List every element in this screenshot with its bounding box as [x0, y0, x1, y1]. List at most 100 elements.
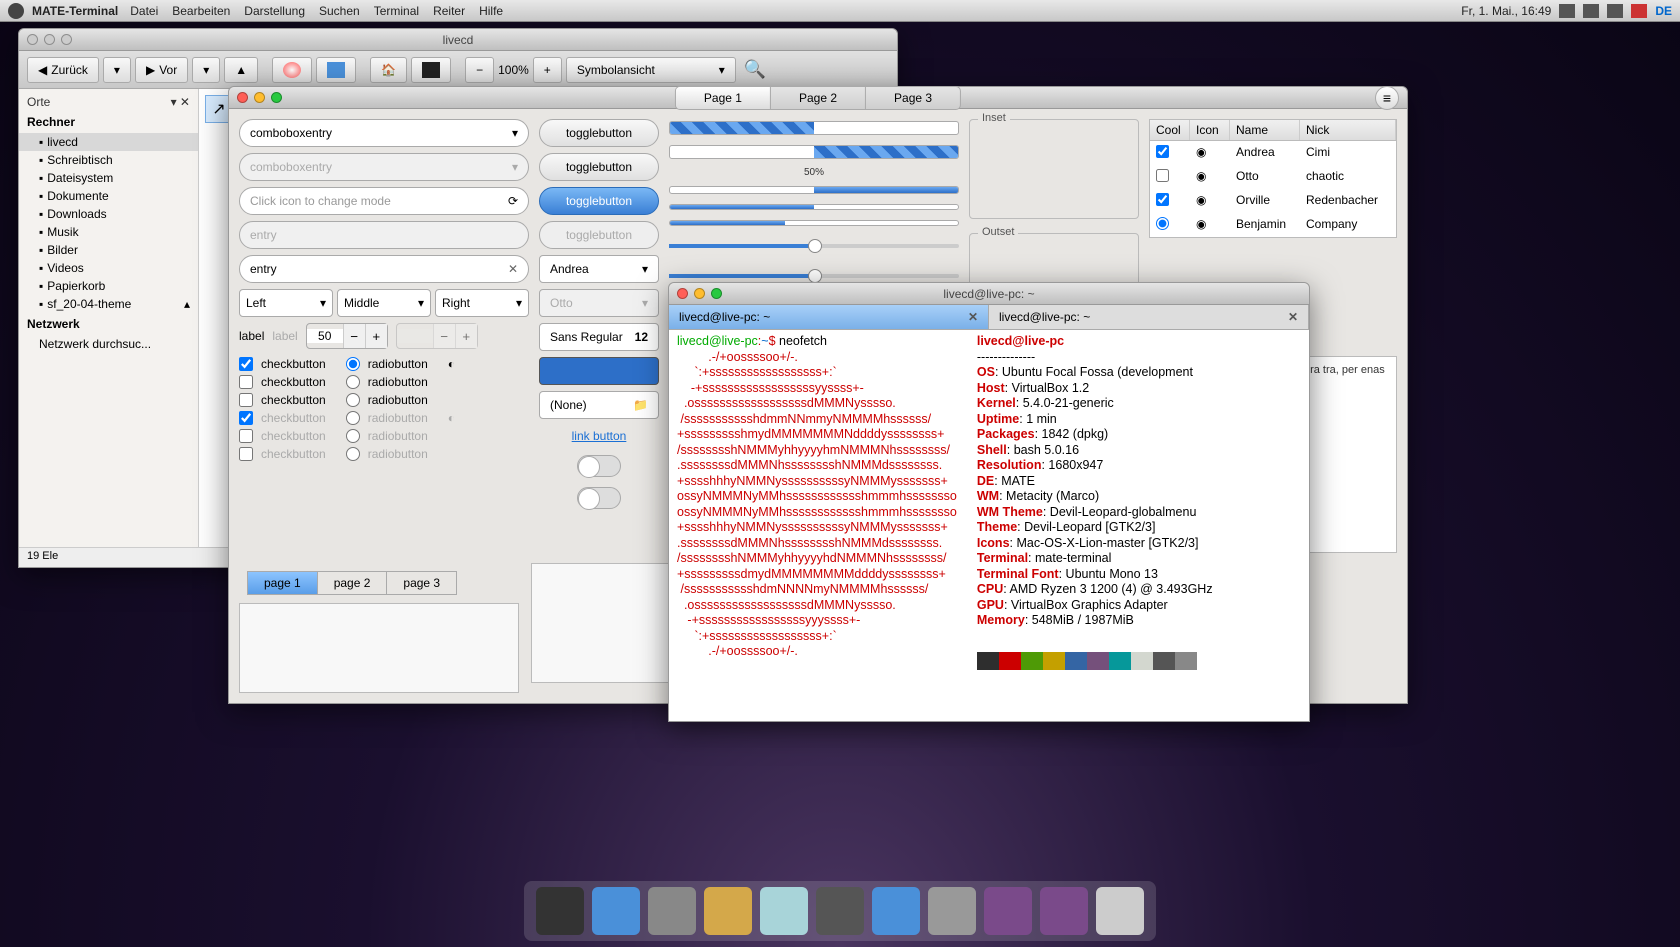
close-icon[interactable]	[237, 92, 248, 103]
close-icon[interactable]	[27, 34, 38, 45]
dock-app-storage[interactable]	[928, 887, 976, 935]
minimize-icon[interactable]	[694, 288, 705, 299]
back-history-button[interactable]: ▾	[103, 57, 131, 83]
term-tab-2[interactable]: livecd@live-pc: ~✕	[989, 305, 1309, 329]
dock-app-wallpaper2[interactable]	[1040, 887, 1088, 935]
maximize-icon[interactable]	[61, 34, 72, 45]
btab-2[interactable]: page 2	[318, 572, 388, 594]
search-button[interactable]: 🔍	[744, 59, 766, 80]
refresh-icon[interactable]: ⟳	[508, 194, 518, 208]
menu-darstellung[interactable]: Darstellung	[244, 4, 305, 18]
sidebar-item-network[interactable]: Netzwerk durchsuc...	[19, 335, 198, 353]
scale-2[interactable]	[669, 274, 959, 278]
tab-page3[interactable]: Page 3	[866, 87, 960, 109]
sidebar-item-bilder[interactable]: ▪Bilder	[19, 241, 198, 259]
comboboxentry-1[interactable]: comboboxentry▾	[239, 119, 529, 147]
sidebar-item-schreibtisch[interactable]: ▪Schreibtisch	[19, 151, 198, 169]
dock-app-printer[interactable]	[648, 887, 696, 935]
dock-app-terminal-root[interactable]	[816, 887, 864, 935]
link-button[interactable]: link button	[539, 425, 659, 447]
togglebutton-1[interactable]: togglebutton	[539, 119, 659, 147]
term-titlebar[interactable]: livecd@live-pc: ~	[669, 283, 1309, 305]
radiobutton[interactable]	[346, 375, 360, 389]
network-icon[interactable]	[1607, 4, 1623, 18]
dock-app-finder[interactable]	[872, 887, 920, 935]
btab-1[interactable]: page 1	[248, 572, 318, 594]
volume-icon[interactable]	[1583, 4, 1599, 18]
reload-button[interactable]	[316, 57, 356, 83]
dock-app-abiword[interactable]	[704, 887, 752, 935]
col-nick[interactable]: Nick	[1300, 120, 1396, 140]
term-tab-1[interactable]: livecd@live-pc: ~✕	[669, 305, 989, 329]
clear-icon[interactable]: ✕	[508, 262, 518, 276]
sidebar-item-downloads[interactable]: ▪Downloads	[19, 205, 198, 223]
menu-hilfe[interactable]: Hilfe	[479, 4, 503, 18]
maximize-icon[interactable]	[271, 92, 282, 103]
sidebar-item-sf_20-04-theme[interactable]: ▪sf_20-04-theme▴	[19, 295, 198, 313]
zoom-out-button[interactable]: −	[465, 57, 494, 83]
sidebar-item-dokumente[interactable]: ▪Dokumente	[19, 187, 198, 205]
up-button[interactable]: ▲	[224, 57, 258, 83]
radiobutton[interactable]	[346, 357, 360, 371]
align-left[interactable]: Left▾	[239, 289, 333, 317]
tray-app-icon[interactable]	[1631, 4, 1647, 18]
menu-bearbeiten[interactable]: Bearbeiten	[172, 4, 230, 18]
scale-1[interactable]	[669, 244, 959, 248]
menu-suchen[interactable]: Suchen	[319, 4, 360, 18]
col-icon[interactable]: Icon	[1190, 120, 1230, 140]
icon-mode-entry[interactable]: Click icon to change mode⟳	[239, 187, 529, 215]
tab-page1[interactable]: Page 1	[676, 87, 771, 109]
sidebar-item-papierkorb[interactable]: ▪Papierkorb	[19, 277, 198, 295]
checkbutton[interactable]	[239, 357, 253, 371]
table-row[interactable]: ◉BenjaminCompany	[1150, 213, 1396, 237]
radiobutton[interactable]	[346, 393, 360, 407]
fm-titlebar[interactable]: livecd	[19, 29, 897, 51]
tab-close-icon[interactable]: ✕	[968, 310, 978, 324]
togglebutton-2[interactable]: togglebutton	[539, 153, 659, 181]
checkbutton[interactable]	[239, 375, 253, 389]
view-selector[interactable]: Symbolansicht ▾	[566, 57, 736, 83]
btab-3[interactable]: page 3	[387, 572, 456, 594]
menu-datei[interactable]: Datei	[130, 4, 158, 18]
maximize-icon[interactable]	[711, 288, 722, 299]
dock-app-wallpaper1[interactable]	[984, 887, 1032, 935]
color-button[interactable]	[539, 357, 659, 385]
forward-button[interactable]: ▶ Vor	[135, 57, 188, 83]
sidebar-item-videos[interactable]: ▪Videos	[19, 259, 198, 277]
align-right[interactable]: Right▾	[435, 289, 529, 317]
home-button[interactable]: 🏠	[370, 57, 407, 83]
spin-minus[interactable]: −	[343, 324, 365, 348]
font-button[interactable]: Sans Regular12	[539, 323, 659, 351]
tab-page2[interactable]: Page 2	[771, 87, 866, 109]
dock-app-terminal[interactable]	[536, 887, 584, 935]
sidebar-item-livecd[interactable]: ▪livecd	[19, 133, 198, 151]
entry-clearable[interactable]: entry✕	[239, 255, 529, 283]
checkbutton[interactable]	[239, 393, 253, 407]
tab-close-icon[interactable]: ✕	[1288, 310, 1298, 324]
combo-andrea[interactable]: Andrea▾	[539, 255, 659, 283]
table-row[interactable]: ◉OrvilleRedenbacher	[1150, 189, 1396, 213]
sidebar-item-dateisystem[interactable]: ▪Dateisystem	[19, 169, 198, 187]
spin-plus[interactable]: +	[365, 324, 387, 348]
computer-button[interactable]	[411, 57, 451, 83]
keyboard-layout-indicator[interactable]: DE	[1655, 4, 1672, 18]
clock-text[interactable]: Fr, 1. Mai., 16:49	[1461, 4, 1551, 18]
sidebar-item-musik[interactable]: ▪Musik	[19, 223, 198, 241]
col-cool[interactable]: Cool	[1150, 120, 1190, 140]
togglebutton-active[interactable]: togglebutton	[539, 187, 659, 215]
distro-logo-icon[interactable]	[8, 3, 24, 19]
close-icon[interactable]	[677, 288, 688, 299]
spin-input[interactable]	[307, 329, 343, 343]
menu-terminal[interactable]: Terminal	[374, 4, 419, 18]
minimize-icon[interactable]	[44, 34, 55, 45]
spinbutton[interactable]: − +	[306, 323, 388, 349]
wf-titlebar[interactable]: Page 1 Page 2 Page 3 ≡	[229, 87, 1407, 109]
dock-app-gimp[interactable]	[592, 887, 640, 935]
back-button[interactable]: ◀ Zurück	[27, 57, 99, 83]
switch-2[interactable]	[577, 487, 621, 509]
table-row[interactable]: ◉Ottochaotic	[1150, 165, 1396, 189]
tray-icon[interactable]	[1559, 4, 1575, 18]
table-row[interactable]: ◉AndreaCimi	[1150, 141, 1396, 165]
align-middle[interactable]: Middle▾	[337, 289, 431, 317]
zoom-in-button[interactable]: +	[533, 57, 562, 83]
